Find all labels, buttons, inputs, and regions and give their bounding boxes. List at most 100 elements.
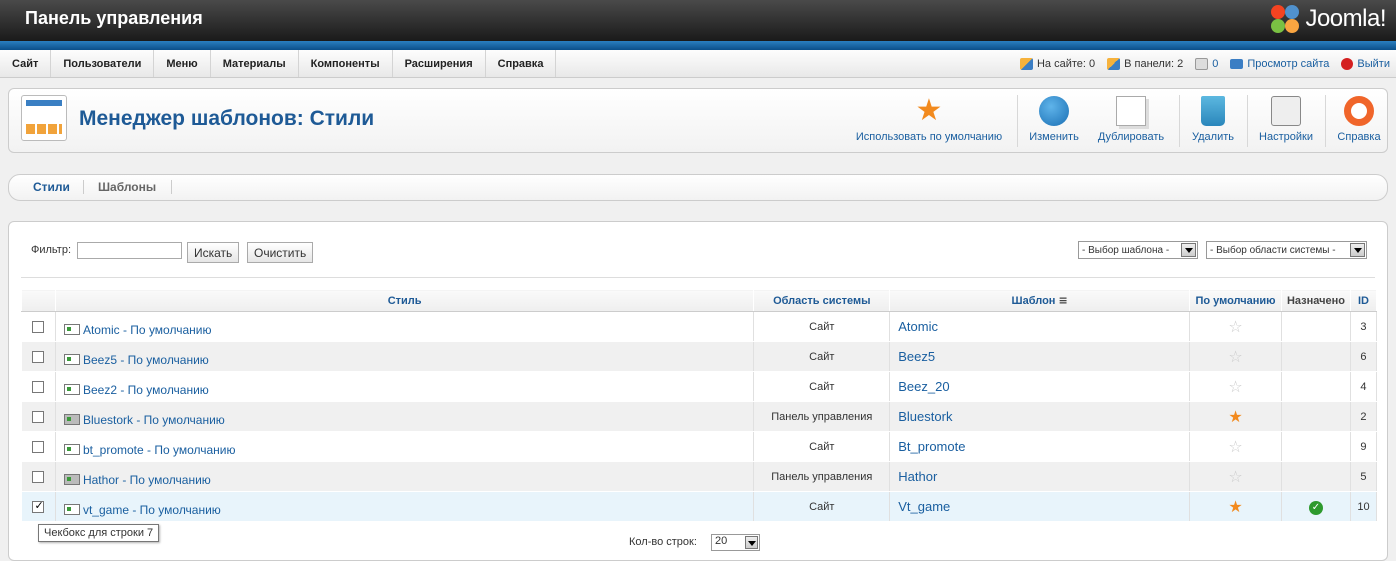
trash-icon: [1201, 96, 1225, 126]
monitor-icon: [1230, 59, 1244, 69]
star-icon: ★: [915, 93, 943, 128]
messages-count[interactable]: 0: [1195, 58, 1218, 70]
chevron-down-icon: [745, 536, 758, 549]
style-link[interactable]: Hathor - По умолчанию: [83, 473, 211, 487]
menu-content[interactable]: Материалы: [211, 50, 299, 77]
default-star-icon[interactable]: ☆: [1189, 431, 1282, 462]
default-star-icon[interactable]: ☆: [1189, 341, 1282, 372]
tab-templates[interactable]: Шаблоны: [98, 180, 156, 194]
assigned-cell: [1280, 371, 1351, 402]
styles-table: Стиль Область системы Шаблон ≡ По умолча…: [21, 289, 1378, 522]
style-link[interactable]: Beez2 - По умолчанию: [83, 383, 209, 397]
style-link[interactable]: Atomic - По умолчанию: [83, 323, 212, 337]
users-icon: [1019, 58, 1033, 70]
logout-link[interactable]: Выйти: [1341, 58, 1390, 70]
edit-icon: [1039, 96, 1069, 126]
joomla-logo: Joomla!: [1269, 3, 1386, 35]
admin-users-icon: [1107, 58, 1121, 70]
column-style-header[interactable]: Стиль: [54, 289, 755, 312]
template-link[interactable]: Beez5: [889, 341, 1191, 372]
row-checkbox[interactable]: [32, 320, 45, 333]
template-link[interactable]: Bt_promote: [889, 431, 1191, 462]
filter-input[interactable]: [77, 242, 182, 259]
assigned-cell: ✓: [1280, 491, 1351, 522]
default-star-icon[interactable]: ☆: [1189, 311, 1282, 342]
default-star-icon[interactable]: ☆: [1189, 371, 1282, 402]
header-blue-bar: [0, 41, 1396, 50]
duplicate-button[interactable]: Дублировать: [1093, 89, 1169, 152]
options-button[interactable]: Настройки: [1253, 89, 1319, 152]
row-checkbox[interactable]: [32, 470, 45, 483]
column-area-header[interactable]: Область системы: [753, 289, 891, 312]
lifebuoy-icon: [1344, 96, 1374, 126]
template-thumbnail-icon: [63, 443, 80, 455]
view-site-link[interactable]: Просмотр сайта: [1230, 58, 1329, 70]
delete-button[interactable]: Удалить: [1185, 89, 1241, 152]
column-default-header[interactable]: По умолчанию: [1189, 289, 1282, 312]
admin-header: Панель управления Joomla!: [0, 0, 1396, 41]
default-star-icon: ★: [1189, 401, 1282, 432]
style-link[interactable]: bt_promote - По умолчанию: [83, 443, 236, 457]
table-row: Beez5 - По умолчанию Сайт Beez5 ☆ 6: [21, 341, 1378, 372]
help-button[interactable]: Справка: [1331, 89, 1387, 152]
users-on-site: На сайте: 0: [1019, 58, 1095, 70]
row-checkbox[interactable]: [32, 380, 45, 393]
page-title: Менеджер шаблонов: Стили: [79, 107, 375, 130]
assigned-cell: [1280, 341, 1351, 372]
row-checkbox[interactable]: [32, 440, 45, 453]
template-link[interactable]: Bluestork: [889, 401, 1191, 432]
make-default-button[interactable]: ★ Использовать по умолчанию: [847, 89, 1011, 152]
menu-site[interactable]: Сайт: [0, 50, 52, 77]
status-bar: На сайте: 0 В панели: 2 0 Просмотр сайта…: [1019, 50, 1390, 78]
submenu: Стили Шаблоны: [8, 174, 1388, 201]
joomla-logo-icon: [1269, 3, 1301, 35]
template-link[interactable]: Hathor: [889, 461, 1191, 492]
menu-extensions[interactable]: Расширения: [393, 50, 486, 77]
admin-title: Панель управления: [25, 8, 203, 28]
edit-button[interactable]: Изменить: [1023, 89, 1085, 152]
template-link[interactable]: Atomic: [889, 311, 1191, 342]
template-thumbnail-icon: [63, 323, 80, 335]
chevron-down-icon: [1350, 243, 1365, 257]
row-checkbox[interactable]: [32, 350, 45, 363]
options-icon: [1271, 96, 1301, 126]
menu-menus[interactable]: Меню: [154, 50, 211, 77]
default-star-icon[interactable]: ☆: [1189, 461, 1282, 492]
users-in-panel: В панели: 2: [1107, 58, 1183, 70]
menu-components[interactable]: Компоненты: [299, 50, 393, 77]
rows-per-page-select[interactable]: 20: [711, 534, 760, 551]
filter-label: Фильтр:: [31, 244, 72, 256]
table-row: bt_promote - По умолчанию Сайт Bt_promot…: [21, 431, 1378, 462]
style-link[interactable]: Bluestork - По умолчанию: [83, 413, 225, 427]
assigned-cell: [1280, 311, 1351, 342]
search-button[interactable]: Искать: [187, 242, 240, 263]
column-template-header[interactable]: Шаблон ≡: [889, 289, 1191, 312]
id-cell: 4: [1349, 371, 1378, 402]
menu-help[interactable]: Справка: [486, 50, 557, 77]
column-assigned-header: Назначено: [1280, 289, 1351, 312]
row-checkbox[interactable]: [32, 410, 45, 423]
row-checkbox[interactable]: [32, 499, 45, 513]
column-id-header[interactable]: ID: [1349, 289, 1378, 312]
area-cell: Сайт: [753, 431, 891, 462]
table-row: Atomic - По умолчанию Сайт Atomic ☆ 3: [21, 311, 1378, 342]
tab-styles[interactable]: Стили: [33, 180, 70, 194]
menu-users[interactable]: Пользователи: [51, 50, 155, 77]
table-row: Bluestork - По умолчанию Панель управлен…: [21, 401, 1378, 432]
main-panel: Фильтр: Искать Очистить - Выбор шаблона …: [8, 221, 1388, 561]
logout-icon: [1341, 58, 1354, 70]
style-link[interactable]: Beez5 - По умолчанию: [83, 353, 209, 367]
style-link[interactable]: vt_game - По умолчанию: [83, 503, 221, 517]
template-select[interactable]: - Выбор шаблона -: [1078, 241, 1198, 259]
id-cell: 6: [1349, 341, 1378, 372]
id-cell: 2: [1349, 401, 1378, 432]
template-link[interactable]: Vt_game: [889, 491, 1191, 522]
submenu-divider: [83, 180, 84, 194]
clear-button[interactable]: Очистить: [247, 242, 314, 263]
template-link[interactable]: Beez_20: [889, 371, 1191, 402]
id-cell: 9: [1349, 431, 1378, 462]
id-cell: 10: [1349, 491, 1378, 522]
template-manager-icon: [21, 95, 67, 141]
client-area-select[interactable]: - Выбор области системы -: [1206, 241, 1367, 259]
table-row: Beez2 - По умолчанию Сайт Beez_20 ☆ 4: [21, 371, 1378, 402]
